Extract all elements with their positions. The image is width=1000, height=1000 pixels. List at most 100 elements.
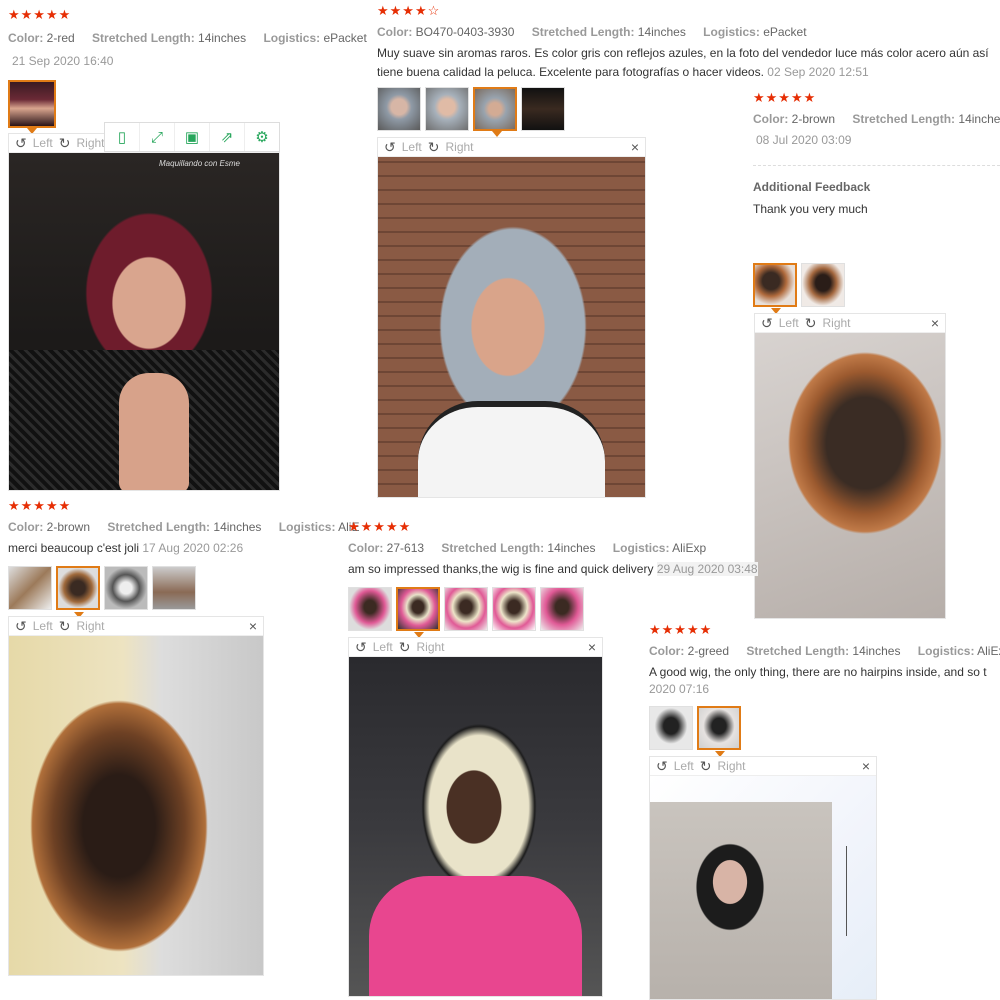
review-3: ★★★★★ Color: 2-brown Stretched Length: 1…	[753, 91, 1000, 219]
length-label: Stretched Length:	[531, 25, 635, 39]
review-photo	[755, 333, 945, 618]
image-toolbar: ▯ ⤢ ▣ ⇗ ⚙	[104, 122, 280, 152]
rotate-left-icon[interactable]: ↺	[384, 139, 396, 156]
rating-stars: ★★★★★	[649, 622, 713, 637]
rotate-left-icon[interactable]: ↺	[15, 618, 27, 635]
thumbnail-strip	[8, 566, 196, 610]
length-label: Stretched Length:	[852, 112, 956, 126]
logistics-value: ePacket	[323, 31, 367, 45]
share-icon[interactable]: ⇗	[210, 123, 245, 151]
review-thumbnail[interactable]	[492, 587, 536, 631]
rating-stars: ★★★★★	[348, 519, 412, 534]
expand-icon[interactable]: ⤢	[140, 123, 175, 151]
rotate-left-icon[interactable]: ↺	[761, 315, 773, 332]
logistics-value: AliExpre	[977, 644, 1000, 658]
close-icon[interactable]: ×	[631, 139, 639, 155]
review-thumbnail[interactable]	[377, 87, 421, 131]
length-value: 14inches	[198, 31, 247, 45]
review-thumbnail[interactable]	[540, 587, 584, 631]
rotate-left-label[interactable]: Left	[779, 316, 799, 330]
color-value: 2-brown	[46, 520, 91, 534]
color-label: Color:	[8, 31, 44, 45]
review-thumbnail[interactable]	[801, 263, 845, 307]
review-5: ★★★★★ Color: 27-613 Stretched Length: 14…	[348, 520, 758, 579]
rotate-left-label[interactable]: Left	[373, 640, 393, 654]
review-photo	[9, 636, 263, 975]
rotate-left-icon[interactable]: ↺	[355, 639, 367, 656]
review-thumbnail[interactable]	[753, 263, 797, 307]
review-thumbnail[interactable]	[8, 566, 52, 610]
review-thumbnail[interactable]	[697, 706, 741, 750]
settings-icon[interactable]: ⚙	[245, 123, 279, 151]
rotate-right-label[interactable]: Right	[76, 619, 104, 633]
review-thumbnail[interactable]	[104, 566, 148, 610]
rotate-right-label[interactable]: Right	[717, 759, 745, 773]
review-thumbnail[interactable]	[473, 87, 517, 131]
review-text: merci beaucoup c'est joli	[8, 541, 140, 555]
color-value: 27-613	[386, 541, 425, 555]
color-label: Color:	[649, 644, 685, 658]
review-thumbnail[interactable]	[444, 587, 488, 631]
rotate-right-label[interactable]: Right	[76, 136, 104, 150]
length-value: 14inches	[958, 112, 1000, 126]
photo-viewer: ↺ Left ↻ Right ×	[754, 313, 946, 619]
rotate-left-icon[interactable]: ↺	[15, 135, 27, 152]
review-thumbnail[interactable]	[521, 87, 565, 131]
thumbnail-strip	[377, 87, 565, 131]
photo-viewer: ↺ Left ↻ Right ×	[8, 616, 264, 976]
review-text: am so impressed thanks,the wig is fine a…	[348, 562, 654, 576]
thumbnail-strip	[8, 80, 56, 128]
rating-stars: ★★★★★	[8, 7, 72, 22]
length-value: 14inches	[852, 644, 901, 658]
logistics-value: AliExp	[672, 541, 707, 555]
review-thumbnail[interactable]	[649, 706, 693, 750]
rotate-right-icon[interactable]: ↻	[399, 639, 411, 656]
color-value: 2-brown	[791, 112, 836, 126]
rotate-left-label[interactable]: Left	[402, 140, 422, 154]
rotate-right-icon[interactable]: ↻	[428, 139, 440, 156]
rotate-right-icon[interactable]: ↻	[805, 315, 817, 332]
color-value: 2-red	[46, 31, 75, 45]
thumbnail-strip	[649, 706, 741, 750]
rotate-right-icon[interactable]: ↻	[59, 135, 71, 152]
rotate-left-label[interactable]: Left	[33, 136, 53, 150]
logistics-label: Logistics:	[917, 644, 975, 658]
length-value: 14inches	[213, 520, 262, 534]
rotate-right-icon[interactable]: ↻	[700, 758, 712, 775]
close-icon[interactable]: ×	[931, 315, 939, 331]
shirt-shape	[369, 876, 582, 996]
review-6: ★★★★★ Color: 2-greed Stretched Length: 1…	[649, 622, 1000, 697]
rotate-right-icon[interactable]: ↻	[59, 618, 71, 635]
product-photo	[650, 802, 832, 999]
photo-watermark: Maquillando con Esme	[159, 159, 240, 168]
review-thumbnail[interactable]	[56, 566, 100, 610]
color-label: Color:	[348, 541, 384, 555]
review-thumbnail[interactable]	[425, 87, 469, 131]
rotate-left-icon[interactable]: ↺	[656, 758, 668, 775]
rotate-right-label[interactable]: Right	[416, 640, 444, 654]
save-icon[interactable]: ▣	[175, 123, 210, 151]
phone-icon[interactable]: ▯	[105, 123, 140, 151]
review-date: 29 Aug 2020 03:48	[656, 562, 758, 576]
thumbnail-strip	[348, 587, 584, 631]
length-label: Stretched Length:	[441, 541, 545, 555]
length-label: Stretched Length:	[746, 644, 850, 658]
rotate-left-label[interactable]: Left	[33, 619, 53, 633]
close-icon[interactable]: ×	[588, 639, 596, 655]
review-thumbnail[interactable]	[348, 587, 392, 631]
review-photo: Maquillando con Esme	[9, 153, 279, 490]
review-photo	[349, 657, 602, 996]
review-2: ★★★★☆ Color: BO470-0403-3930 Stretched L…	[377, 4, 1000, 82]
rotate-right-label[interactable]: Right	[445, 140, 473, 154]
review-thumbnail[interactable]	[8, 80, 56, 128]
review-thumbnail[interactable]	[396, 587, 440, 631]
rotate-left-label[interactable]: Left	[674, 759, 694, 773]
close-icon[interactable]: ×	[862, 758, 870, 774]
review-date: 2020 07:16	[649, 682, 710, 696]
length-label: Stretched Length:	[92, 31, 195, 45]
close-icon[interactable]: ×	[249, 618, 257, 634]
review-text: Thank you very much	[753, 202, 868, 216]
rotate-right-label[interactable]: Right	[822, 316, 850, 330]
review-thumbnail[interactable]	[152, 566, 196, 610]
review-photo	[378, 157, 645, 497]
